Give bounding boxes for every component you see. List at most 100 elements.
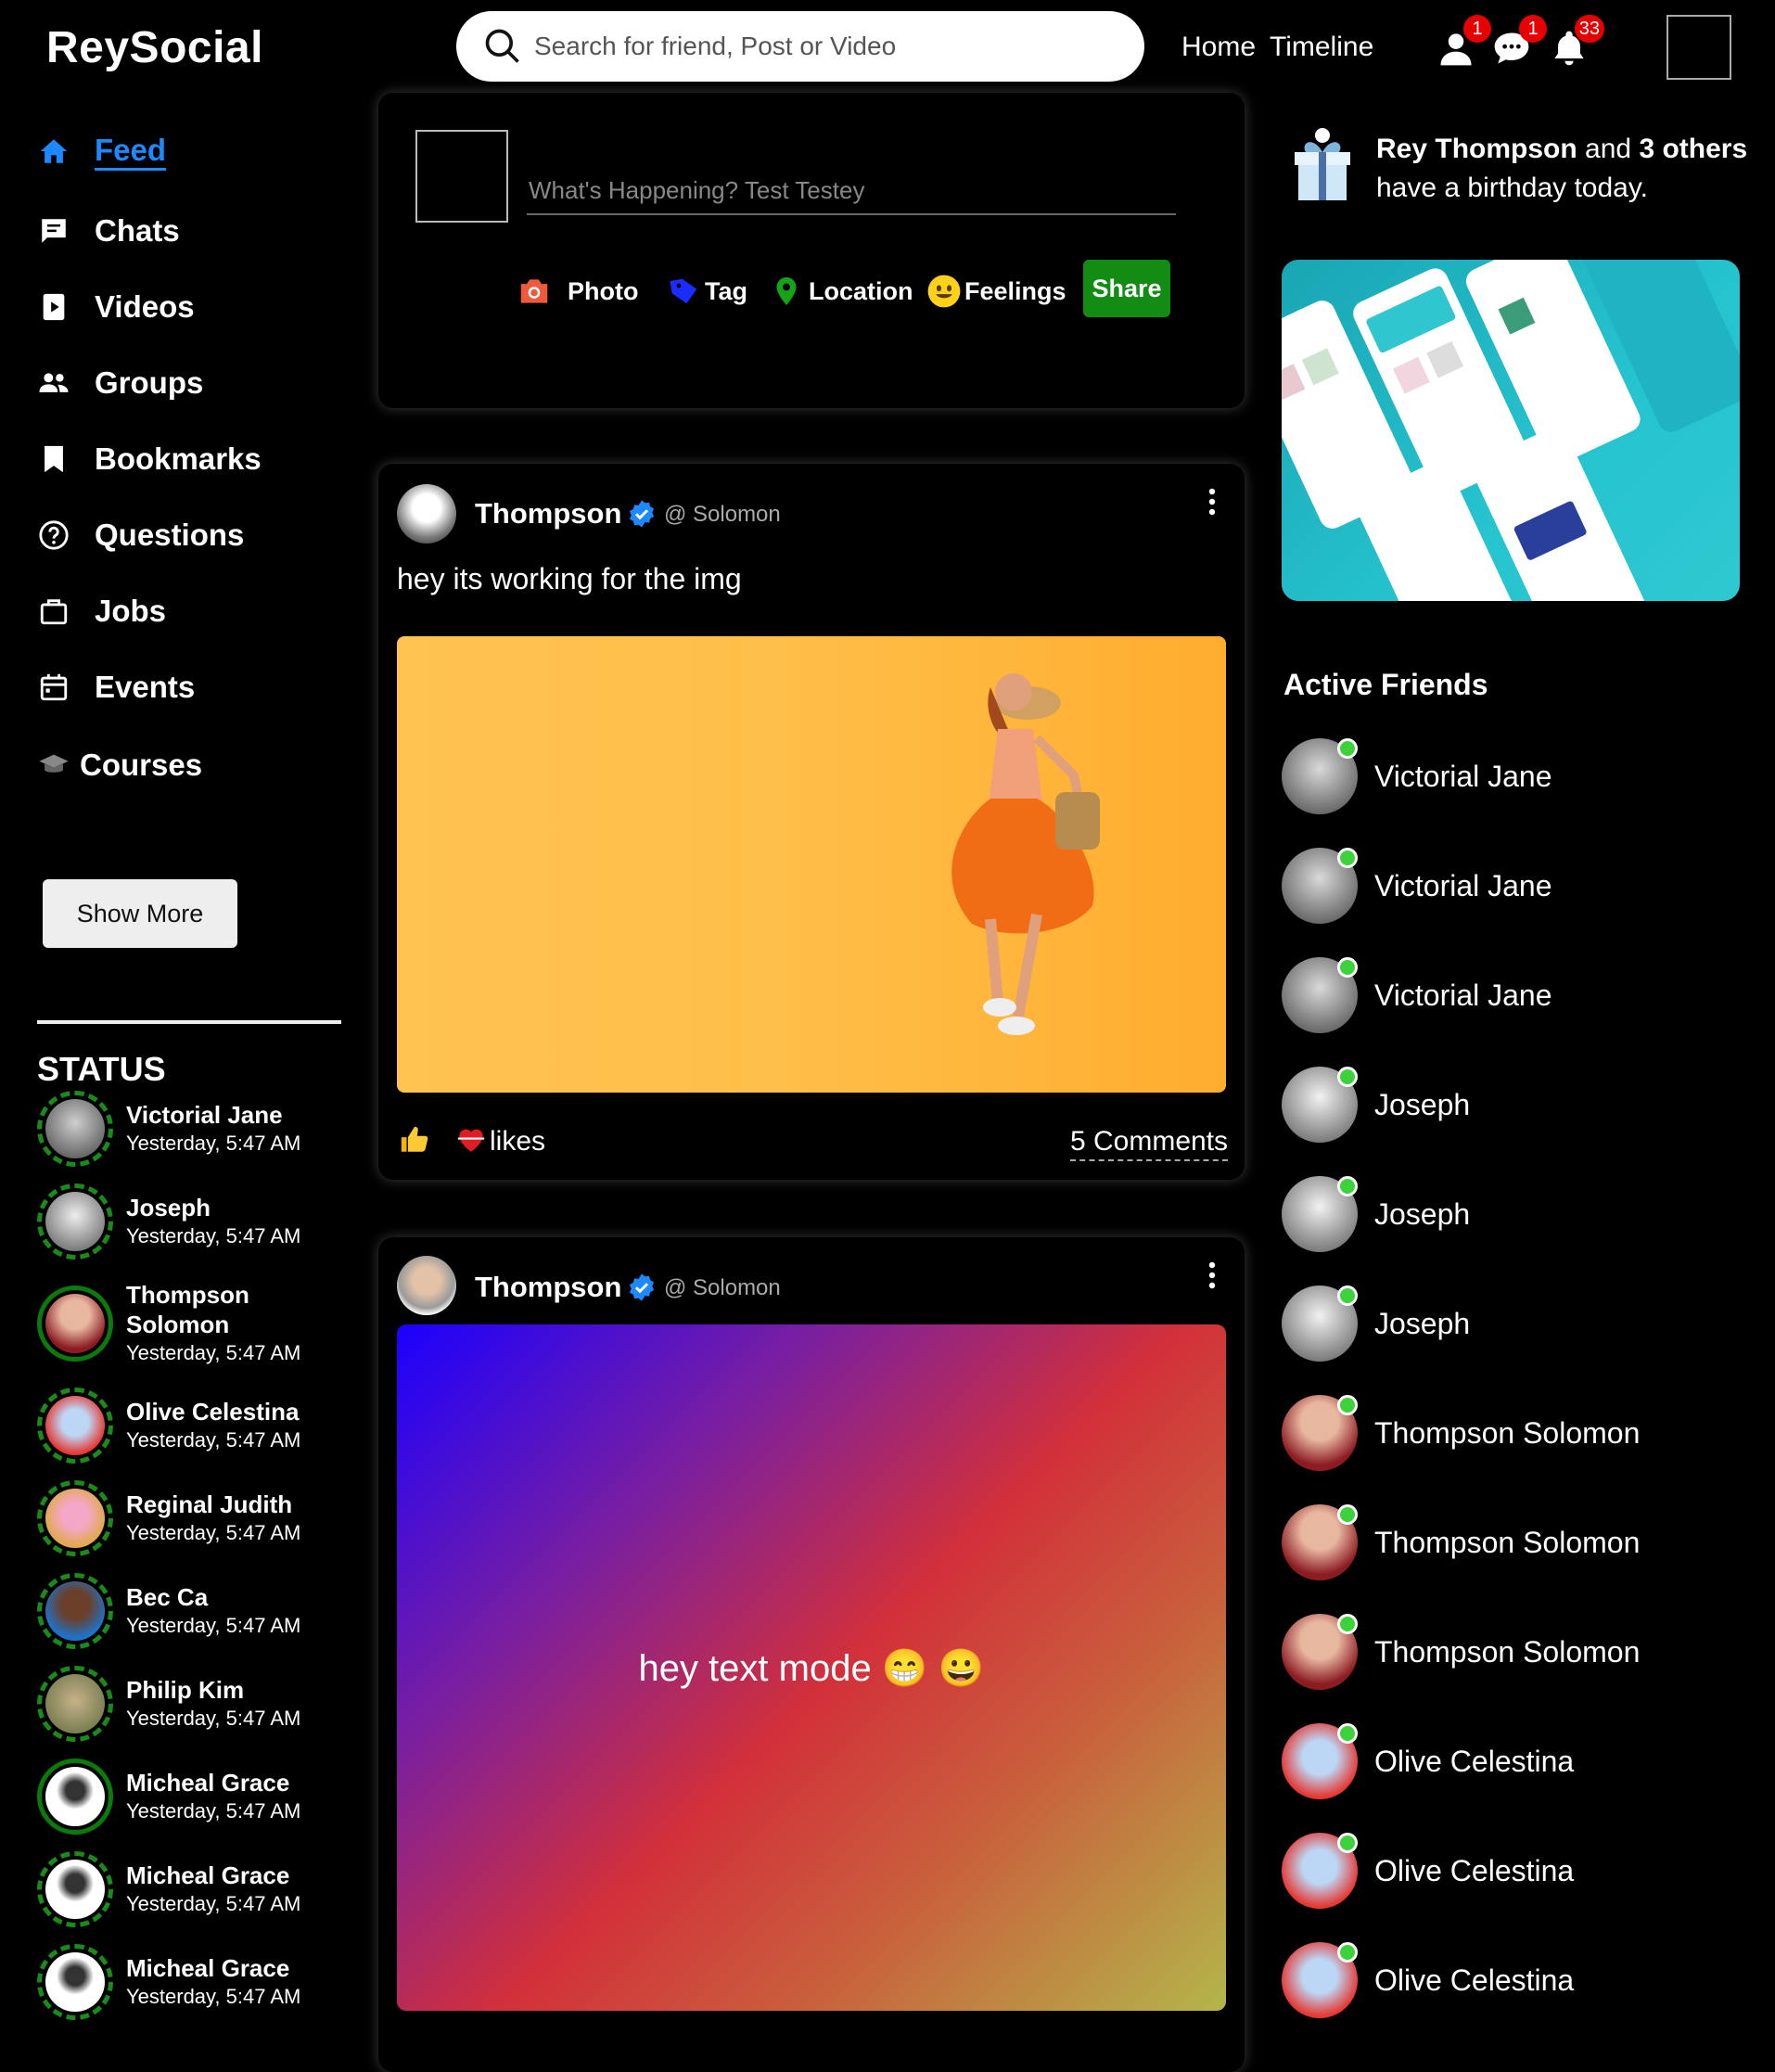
sidebar-item-events[interactable]: Events (37, 664, 195, 710)
search-icon (485, 29, 519, 63)
photo-label: Photo (568, 276, 639, 305)
status-ring (37, 1851, 113, 1927)
tag-button[interactable]: Tag (666, 271, 747, 312)
status-ring (37, 1480, 113, 1556)
avatar (1282, 1504, 1358, 1580)
sidebar-item-courses[interactable]: Courses (37, 742, 202, 788)
birthday-text: have a birthday today. (1376, 173, 1648, 203)
avatar (1282, 1176, 1358, 1252)
online-indicator (1337, 1833, 1358, 1853)
active-friend-item[interactable]: Victorial Jane (1282, 848, 1552, 924)
tag-icon (666, 273, 703, 310)
ad-banner-image[interactable] (1282, 260, 1740, 601)
more-options-icon[interactable] (1208, 1261, 1216, 1289)
sidebar-item-bookmarks[interactable]: Bookmarks (37, 436, 262, 482)
post-composer (378, 93, 1245, 408)
birthday-notice[interactable]: Rey Thompson and 3 others have a birthda… (1376, 130, 1766, 208)
sidebar-item-questions[interactable]: Questions (37, 512, 244, 558)
status-item[interactable]: Micheal Grace Yesterday, 5:47 AM (37, 1851, 300, 1927)
active-friend-item[interactable]: Joseph (1282, 1067, 1470, 1143)
status-ring (37, 1388, 113, 1464)
status-name: Philip Kim (126, 1676, 245, 1704)
friend-name: Victorial Jane (1374, 759, 1552, 793)
location-button[interactable]: Location (768, 271, 913, 312)
sidebar-item-feed[interactable]: Feed (37, 128, 167, 174)
camera-icon (516, 273, 553, 310)
active-friend-item[interactable]: Victorial Jane (1282, 738, 1552, 814)
sidebar-divider (37, 1020, 341, 1024)
status-item[interactable]: Joseph Yesterday, 5:47 AM (37, 1183, 300, 1260)
avatar (1282, 1723, 1358, 1799)
avatar (1282, 1285, 1358, 1362)
more-options-icon[interactable] (1208, 488, 1216, 516)
avatar (1282, 1614, 1358, 1690)
friend-name: Olive Celestina (1374, 1853, 1575, 1887)
nav-home[interactable]: Home (1181, 32, 1256, 63)
active-friend-item[interactable]: Victorial Jane (1282, 957, 1552, 1033)
status-time: Yesterday, 5:47 AM (126, 1892, 301, 1915)
active-friend-item[interactable]: Thompson Solomon (1282, 1614, 1640, 1690)
online-indicator (1337, 1285, 1358, 1306)
post-author-handle: @ Solomon (664, 502, 781, 527)
active-friend-item[interactable]: Joseph (1282, 1176, 1470, 1252)
feelings-button[interactable]: Feelings (926, 271, 1066, 312)
chat-icon (37, 214, 70, 248)
sidebar-item-jobs[interactable]: Jobs (37, 588, 166, 634)
active-friend-item[interactable]: Olive Celestina (1282, 1723, 1574, 1799)
post-author-avatar[interactable] (397, 484, 456, 544)
friend-name: Olive Celestina (1374, 1963, 1575, 1997)
online-indicator (1337, 1614, 1358, 1634)
active-friend-item[interactable]: Olive Celestina (1282, 1833, 1574, 1909)
messages-badge: 1 (1519, 15, 1547, 43)
search-bar[interactable] (456, 11, 1144, 82)
status-item[interactable]: Victorial Jane Yesterday, 5:47 AM (37, 1091, 300, 1167)
woman-dancing-illustration (951, 673, 1100, 1035)
nav-timeline[interactable]: Timeline (1270, 32, 1373, 63)
profile-avatar[interactable] (1666, 15, 1731, 80)
status-item[interactable]: Thompson Solomon Yesterday, 5:47 AM (37, 1280, 312, 1367)
online-indicator (1337, 1067, 1358, 1087)
status-item[interactable]: Philip Kim Yesterday, 5:47 AM (37, 1666, 300, 1742)
notifications-button[interactable]: 33 (1549, 15, 1604, 69)
messages-button[interactable]: 1 (1491, 15, 1547, 69)
sidebar-item-groups[interactable]: Groups (37, 360, 203, 406)
sidebar-item-videos[interactable]: Videos (37, 284, 195, 330)
sidebar-item-label: Feed (95, 133, 167, 171)
location-pin-icon (768, 273, 805, 310)
sidebar-item-chats[interactable]: Chats (37, 208, 180, 254)
friend-name: Thompson Solomon (1374, 1634, 1641, 1669)
status-heading: STATUS (37, 1050, 166, 1088)
active-friend-item[interactable]: Joseph (1282, 1285, 1470, 1362)
heart-icon[interactable] (454, 1124, 488, 1156)
status-item[interactable]: Olive Celestina Yesterday, 5:47 AM (37, 1388, 300, 1464)
avatar (45, 1860, 105, 1919)
photo-button[interactable]: Photo (516, 271, 638, 312)
post-image[interactable] (397, 636, 1226, 1093)
status-item[interactable]: Micheal Grace Yesterday, 5:47 AM (37, 1759, 300, 1835)
post-author-name[interactable]: Thompson (475, 497, 621, 531)
likes-label[interactable]: likes (490, 1126, 545, 1158)
text-post-background[interactable]: hey text mode 😁 😀 (397, 1324, 1226, 2011)
status-item[interactable]: Bec Ca Yesterday, 5:47 AM (37, 1573, 300, 1649)
active-friend-item[interactable]: Thompson Solomon (1282, 1504, 1640, 1580)
friend-requests-button[interactable]: 1 (1436, 15, 1491, 69)
sidebar-item-label: Videos (95, 289, 195, 324)
share-button[interactable]: Share (1083, 260, 1170, 317)
sidebar-item-label: Bookmarks (95, 441, 262, 476)
status-item[interactable]: Reginal Judith Yesterday, 5:47 AM (37, 1480, 300, 1556)
search-input[interactable] (532, 31, 1126, 62)
birthday-and: and (1585, 134, 1632, 164)
avatar (45, 1192, 105, 1251)
sidebar-item-label: Groups (95, 365, 204, 400)
active-friend-item[interactable]: Olive Celestina (1282, 1942, 1574, 2018)
post-author-name[interactable]: Thompson (475, 1271, 621, 1304)
show-more-button[interactable]: Show More (43, 879, 237, 948)
app-logo[interactable]: ReySocial (46, 22, 263, 73)
post-author-avatar[interactable] (397, 1256, 456, 1315)
comments-link[interactable]: 5 Comments (1070, 1126, 1229, 1161)
status-ring (37, 1091, 113, 1167)
post-input[interactable] (527, 167, 1176, 215)
like-icon[interactable] (399, 1124, 430, 1156)
active-friend-item[interactable]: Thompson Solomon (1282, 1395, 1640, 1471)
status-item[interactable]: Micheal Grace Yesterday, 5:47 AM (37, 1944, 300, 2020)
